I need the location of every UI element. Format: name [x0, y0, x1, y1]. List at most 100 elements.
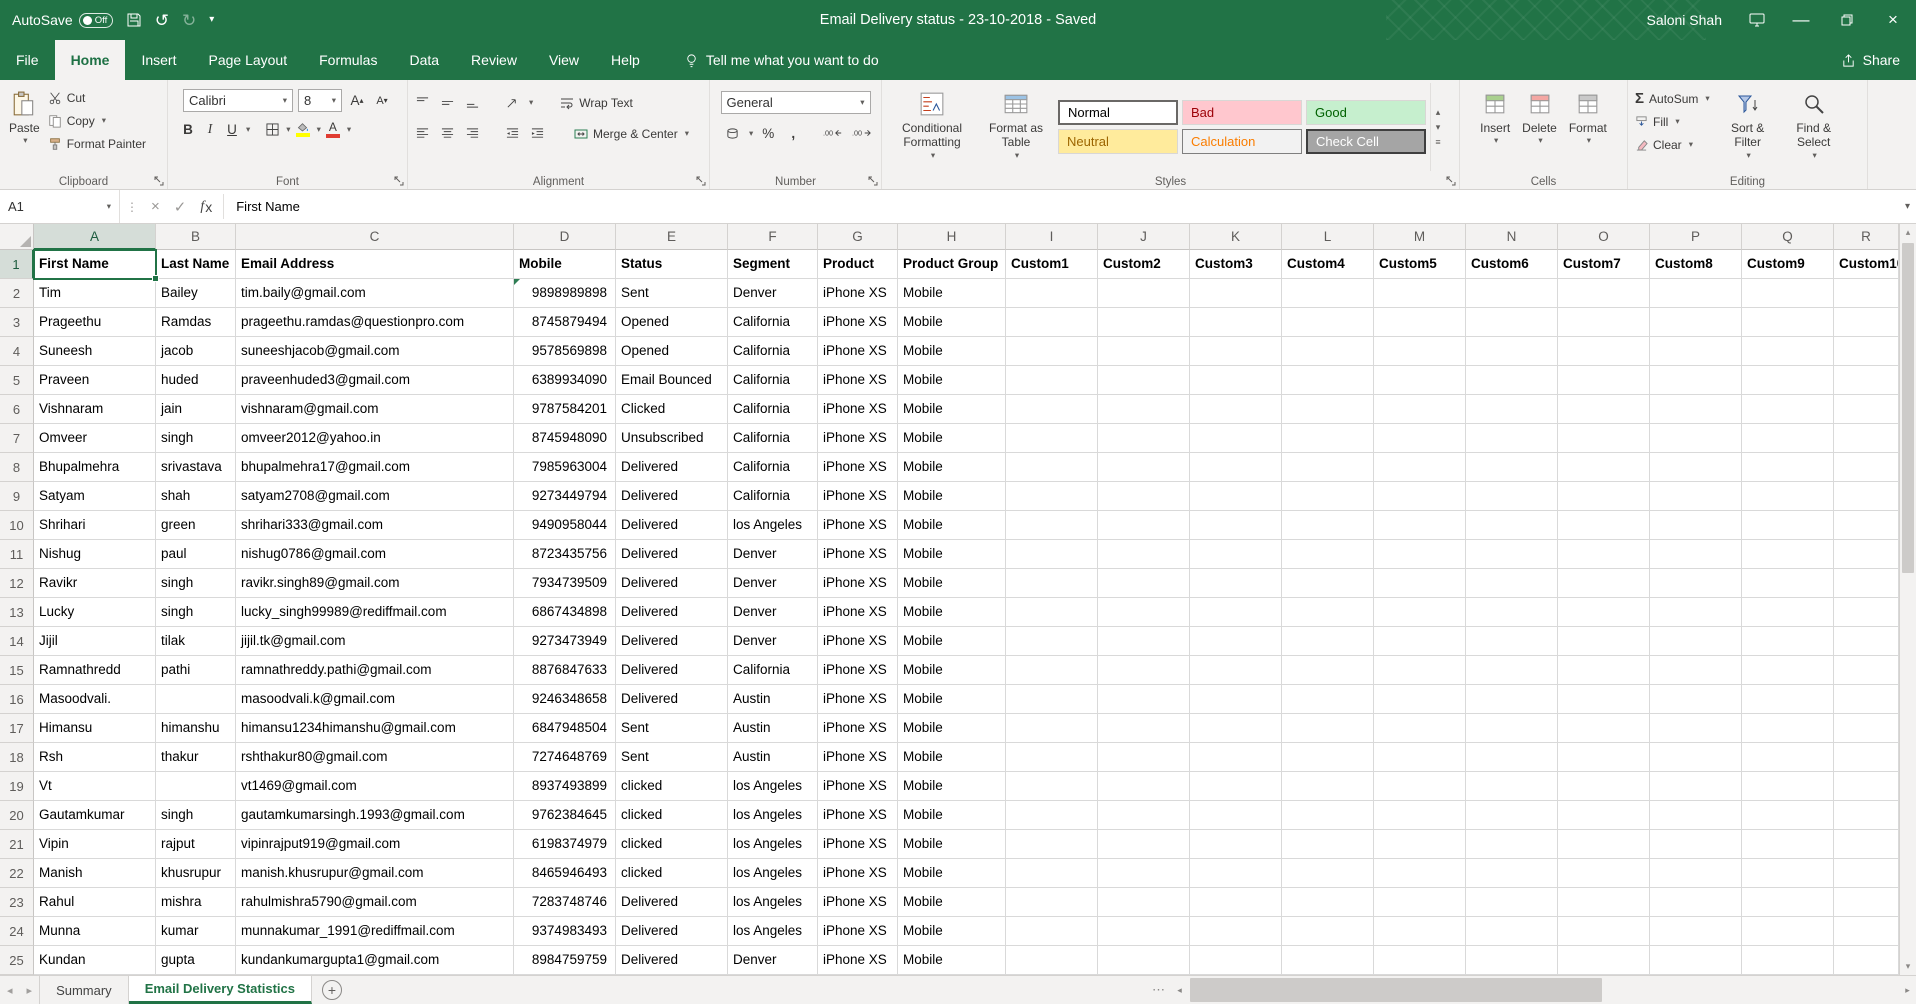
cell-K8[interactable]: [1190, 453, 1282, 482]
cell-H10[interactable]: Mobile: [898, 511, 1006, 540]
cell-P11[interactable]: [1650, 540, 1742, 569]
cell-I22[interactable]: [1006, 859, 1098, 888]
cell-C8[interactable]: bhupalmehra17@gmail.com: [236, 453, 514, 482]
insert-cells-button[interactable]: Insert▾: [1475, 83, 1515, 171]
cell-L24[interactable]: [1282, 917, 1374, 946]
cell-I4[interactable]: [1006, 337, 1098, 366]
cell-F6[interactable]: California: [728, 395, 818, 424]
cell-J24[interactable]: [1098, 917, 1190, 946]
cell-A6[interactable]: Vishnaram: [34, 395, 156, 424]
cell-A14[interactable]: Jijil: [34, 627, 156, 656]
cell-G10[interactable]: iPhone XS: [818, 511, 898, 540]
cell-K21[interactable]: [1190, 830, 1282, 859]
cell-K13[interactable]: [1190, 598, 1282, 627]
wrap-text-button[interactable]: Wrap Text: [557, 91, 636, 114]
cell-C5[interactable]: praveenhuded3@gmail.com: [236, 366, 514, 395]
align-center-icon[interactable]: [437, 123, 457, 145]
cell-Q6[interactable]: [1742, 395, 1834, 424]
cell-H18[interactable]: Mobile: [898, 743, 1006, 772]
cell-A23[interactable]: Rahul: [34, 888, 156, 917]
cell-A25[interactable]: Kundan: [34, 946, 156, 975]
cell-Q7[interactable]: [1742, 424, 1834, 453]
cell-R14[interactable]: [1834, 627, 1899, 656]
column-header-L[interactable]: L: [1282, 224, 1374, 250]
cell-R19[interactable]: [1834, 772, 1899, 801]
cell-P18[interactable]: [1650, 743, 1742, 772]
column-header-P[interactable]: P: [1650, 224, 1742, 250]
cell-A21[interactable]: Vipin: [34, 830, 156, 859]
cell-H17[interactable]: Mobile: [898, 714, 1006, 743]
cell-E6[interactable]: Clicked: [616, 395, 728, 424]
cell-B13[interactable]: singh: [156, 598, 236, 627]
cell-E14[interactable]: Delivered: [616, 627, 728, 656]
cell-R11[interactable]: [1834, 540, 1899, 569]
cell-A5[interactable]: Praveen: [34, 366, 156, 395]
cell-N15[interactable]: [1466, 656, 1558, 685]
cell-K12[interactable]: [1190, 569, 1282, 598]
cell-I9[interactable]: [1006, 482, 1098, 511]
cell-M7[interactable]: [1374, 424, 1466, 453]
cell-G20[interactable]: iPhone XS: [818, 801, 898, 830]
formula-content[interactable]: First Name: [228, 190, 1899, 223]
cell-A20[interactable]: Gautamkumar: [34, 801, 156, 830]
cell-N14[interactable]: [1466, 627, 1558, 656]
cell-C1[interactable]: Email Address: [236, 250, 514, 279]
horizontal-scroll-thumb[interactable]: [1190, 978, 1602, 1002]
cell-G12[interactable]: iPhone XS: [818, 569, 898, 598]
row-header-20[interactable]: 20: [0, 801, 34, 830]
minimize-button[interactable]: —: [1778, 0, 1824, 40]
cell-K23[interactable]: [1190, 888, 1282, 917]
cell-O22[interactable]: [1558, 859, 1650, 888]
save-button[interactable]: [126, 12, 142, 28]
cell-J18[interactable]: [1098, 743, 1190, 772]
cell-B15[interactable]: pathi: [156, 656, 236, 685]
cell-Q13[interactable]: [1742, 598, 1834, 627]
cell-H9[interactable]: Mobile: [898, 482, 1006, 511]
cell-J14[interactable]: [1098, 627, 1190, 656]
cell-N24[interactable]: [1466, 917, 1558, 946]
cell-L2[interactable]: [1282, 279, 1374, 308]
cell-L18[interactable]: [1282, 743, 1374, 772]
cell-D21[interactable]: 6198374979: [514, 830, 616, 859]
cell-D17[interactable]: 6847948504: [514, 714, 616, 743]
cell-R7[interactable]: [1834, 424, 1899, 453]
cell-K18[interactable]: [1190, 743, 1282, 772]
cell-I15[interactable]: [1006, 656, 1098, 685]
cancel-icon[interactable]: ×: [144, 190, 167, 223]
cell-L11[interactable]: [1282, 540, 1374, 569]
cell-C6[interactable]: vishnaram@gmail.com: [236, 395, 514, 424]
cell-M25[interactable]: [1374, 946, 1466, 975]
cell-E25[interactable]: Delivered: [616, 946, 728, 975]
cell-B19[interactable]: [156, 772, 236, 801]
format-cells-button[interactable]: Format▾: [1564, 83, 1612, 171]
cell-N1[interactable]: Custom6: [1466, 250, 1558, 279]
cell-Q24[interactable]: [1742, 917, 1834, 946]
row-header-3[interactable]: 3: [0, 308, 34, 337]
cell-A11[interactable]: Nishug: [34, 540, 156, 569]
cell-M13[interactable]: [1374, 598, 1466, 627]
cell-R17[interactable]: [1834, 714, 1899, 743]
alignment-dialog-launcher[interactable]: [696, 176, 706, 186]
cell-I14[interactable]: [1006, 627, 1098, 656]
cell-B11[interactable]: paul: [156, 540, 236, 569]
cell-L15[interactable]: [1282, 656, 1374, 685]
column-header-F[interactable]: F: [728, 224, 818, 250]
cell-E5[interactable]: Email Bounced: [616, 366, 728, 395]
cell-J11[interactable]: [1098, 540, 1190, 569]
cell-L14[interactable]: [1282, 627, 1374, 656]
cell-B6[interactable]: jain: [156, 395, 236, 424]
cell-A2[interactable]: Tim: [34, 279, 156, 308]
cell-H19[interactable]: Mobile: [898, 772, 1006, 801]
cell-D14[interactable]: 9273473949: [514, 627, 616, 656]
cell-E13[interactable]: Delivered: [616, 598, 728, 627]
cell-N18[interactable]: [1466, 743, 1558, 772]
borders-button[interactable]: [262, 118, 282, 140]
font-size-combo[interactable]: 8▾: [298, 89, 342, 112]
cell-K7[interactable]: [1190, 424, 1282, 453]
cell-K5[interactable]: [1190, 366, 1282, 395]
cell-I23[interactable]: [1006, 888, 1098, 917]
cell-C19[interactable]: vt1469@gmail.com: [236, 772, 514, 801]
cell-D9[interactable]: 9273449794: [514, 482, 616, 511]
cut-button[interactable]: Cut: [45, 86, 149, 109]
cell-B1[interactable]: Last Name: [156, 250, 236, 279]
